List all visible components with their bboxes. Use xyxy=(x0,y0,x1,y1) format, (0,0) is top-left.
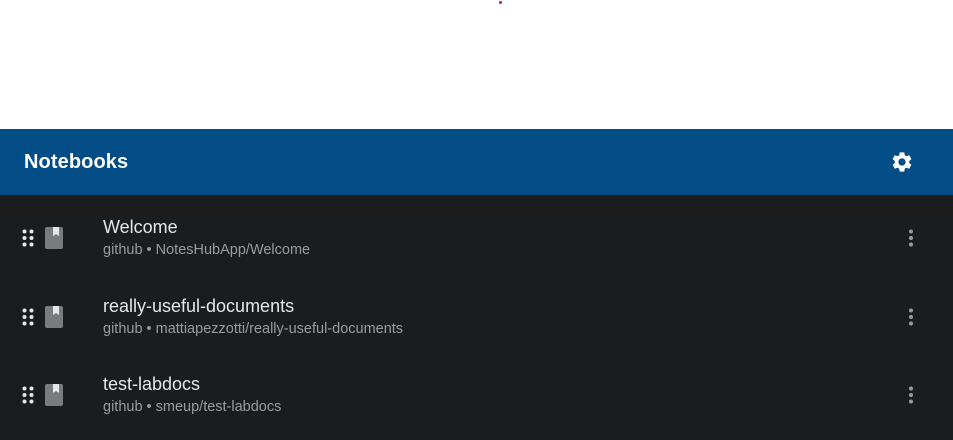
drag-handle[interactable] xyxy=(20,227,36,249)
notebook-text: Welcome github • NotesHubApp/Welcome xyxy=(103,216,310,260)
red-dot-marker xyxy=(499,1,502,4)
gear-icon xyxy=(892,152,912,172)
notebook-subtitle: github • smeup/test-labdocs xyxy=(103,399,282,416)
drag-handle-icon xyxy=(22,308,34,326)
page-title: Notebooks xyxy=(24,150,129,173)
notebook-row-really-useful-documents[interactable]: really-useful-documents github • mattiap… xyxy=(0,278,953,357)
notebook-text: really-useful-documents github • mattiap… xyxy=(103,295,403,339)
more-vert-icon xyxy=(909,386,913,404)
notebook-title: really-useful-documents xyxy=(103,295,295,316)
blank-area xyxy=(0,0,953,129)
more-options-button[interactable] xyxy=(899,226,923,250)
notebook-list: Welcome github • NotesHubApp/Welcome rea… xyxy=(0,195,953,440)
notebook-row-welcome[interactable]: Welcome github • NotesHubApp/Welcome xyxy=(0,199,953,278)
settings-button[interactable] xyxy=(890,150,914,174)
notebook-subtitle: github • NotesHubApp/Welcome xyxy=(103,242,311,259)
notebook-row-test-labdocs[interactable]: test-labdocs github • smeup/test-labdocs xyxy=(0,356,953,435)
book-icon xyxy=(44,305,64,329)
notebook-title: test-labdocs xyxy=(103,374,201,395)
notebook-title: Welcome xyxy=(103,217,178,238)
app-bar: Notebooks xyxy=(0,129,953,195)
notebook-subtitle: github • mattiapezzotti/really-useful-do… xyxy=(103,320,404,337)
notebook-text: test-labdocs github • smeup/test-labdocs xyxy=(103,373,281,417)
drag-handle-icon xyxy=(22,229,34,247)
drag-handle[interactable] xyxy=(20,306,36,328)
more-options-button[interactable] xyxy=(899,305,923,329)
more-vert-icon xyxy=(909,308,913,326)
book-icon xyxy=(44,383,64,407)
book-icon xyxy=(44,226,64,250)
drag-handle-icon xyxy=(22,386,34,404)
more-options-button[interactable] xyxy=(899,383,923,407)
drag-handle[interactable] xyxy=(20,384,36,406)
more-vert-icon xyxy=(909,229,913,247)
